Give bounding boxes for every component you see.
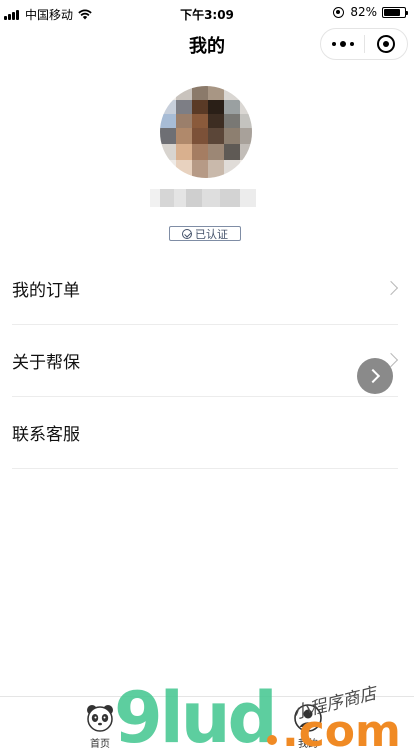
close-miniprogram-button[interactable]	[365, 29, 407, 59]
battery-icon	[382, 6, 408, 18]
more-dot-icon	[331, 42, 336, 46]
tab-bar: 首页 我的	[0, 696, 414, 752]
user-icon	[294, 704, 322, 732]
verified-label: 已认证	[195, 227, 228, 241]
tab-label: 首页	[90, 739, 110, 750]
orientation-lock-icon	[333, 6, 345, 18]
more-dot-icon	[339, 41, 346, 47]
panda-icon	[87, 705, 113, 732]
menu-item-customer-service[interactable]: 联系客服	[12, 397, 398, 469]
menu-item-label: 联系客服	[12, 425, 80, 445]
menu-item-label: 关于帮保	[12, 353, 80, 373]
menu-item-label: 我的订单	[12, 281, 80, 301]
tab-label: 我的	[298, 739, 318, 750]
nav-bar: 我的	[0, 26, 414, 64]
check-circle-icon	[182, 228, 192, 239]
miniprogram-capsule	[320, 28, 408, 60]
username-redacted	[150, 189, 256, 207]
battery-percent: 82%	[350, 5, 377, 19]
status-right: 82%	[333, 5, 408, 19]
target-icon	[376, 35, 395, 53]
battery-level	[384, 8, 401, 16]
floating-forward-button[interactable]	[357, 358, 393, 394]
avatar-image	[160, 86, 252, 178]
more-dot-icon	[349, 42, 354, 46]
tab-mine[interactable]: 我的	[278, 697, 338, 752]
verified-badge: 已认证	[169, 226, 241, 241]
chevron-right-icon	[383, 280, 399, 296]
avatar[interactable]	[160, 86, 252, 178]
tab-home[interactable]: 首页	[70, 697, 130, 752]
menu-item-about[interactable]: 关于帮保	[12, 325, 399, 397]
more-button[interactable]	[321, 29, 364, 59]
menu-item-orders[interactable]: 我的订单	[12, 253, 399, 325]
status-bar: 中国移动 下午3:09 82%	[0, 0, 414, 26]
